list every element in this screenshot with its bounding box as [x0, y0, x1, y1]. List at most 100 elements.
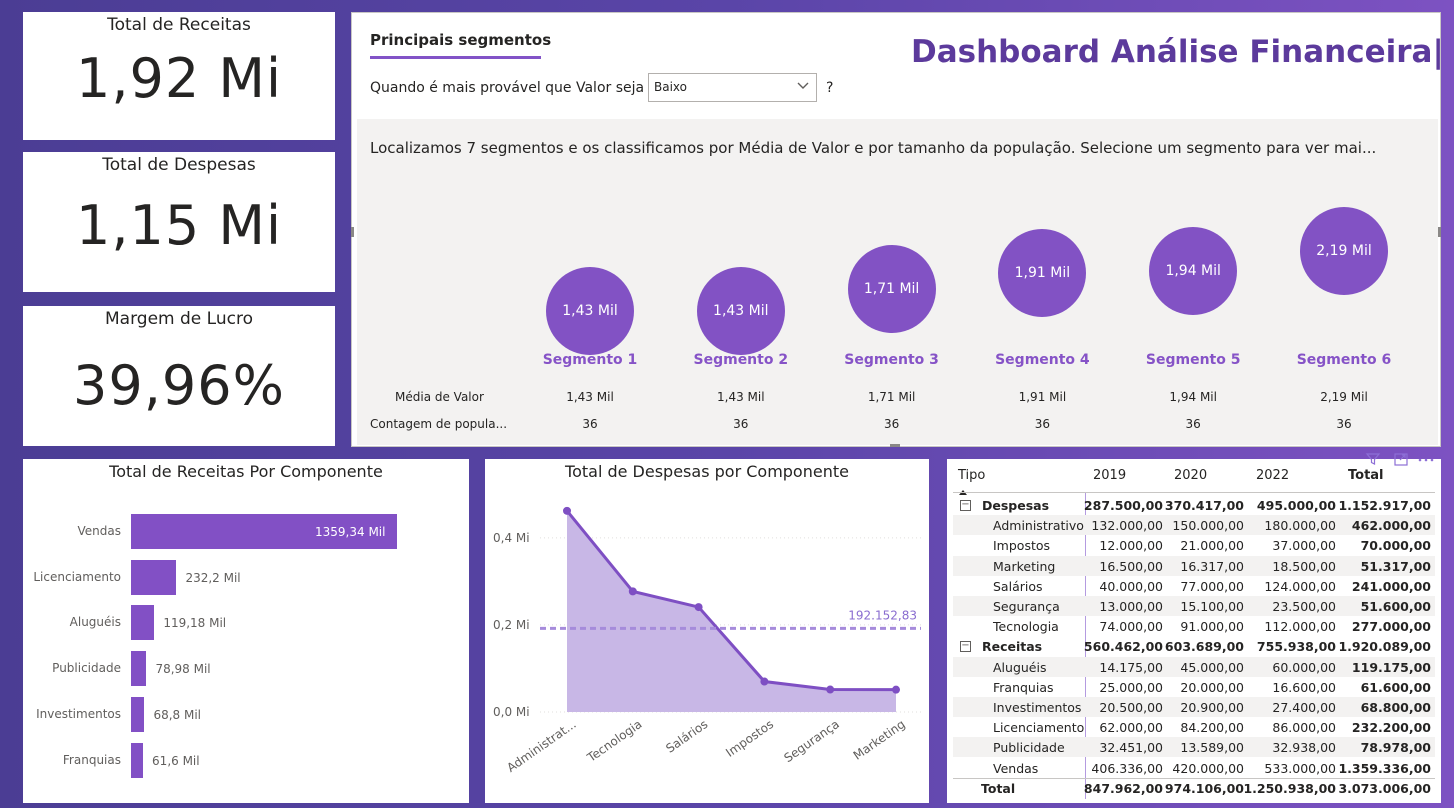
matrix-header-2020[interactable]: 2020	[1174, 468, 1207, 483]
table-row[interactable]: Franquias 25.000,00 20.000,00 16.600,00 61.6…	[953, 677, 1435, 697]
table-row[interactable]: Licenciamento 62.000,00 84.200,00 86.000,00…	[953, 717, 1435, 737]
segment-bubble[interactable]: 1,94 Mil	[1149, 226, 1238, 315]
table-row[interactable]: Marketing 16.500,00 16.317,00 18.500,00 51.3…	[953, 555, 1435, 576]
receitas-bar-chart[interactable]: Total de Receitas Por Componente Vendas 1…	[23, 459, 469, 803]
table-cell: 406.336,00	[1091, 760, 1163, 776]
x-tick-label: Impostos	[723, 717, 776, 760]
table-row[interactable]: Salários 40.000,00 77.000,00 124.000,00 241.…	[953, 576, 1435, 596]
table-cell: 180.000,00	[1264, 518, 1336, 534]
table-cell: 32.451,00	[1099, 740, 1163, 756]
segment-contagem: 36	[1185, 417, 1201, 431]
table-cell: 77.000,00	[1180, 578, 1244, 594]
segment-name[interactable]: Segmento 4	[982, 352, 1102, 368]
x-tick-label: Marketing	[851, 717, 908, 763]
kpi-value: 39,96%	[73, 354, 285, 417]
data-point[interactable]	[826, 685, 835, 694]
table-cell: 241.000,00	[1351, 578, 1431, 594]
bar[interactable]	[131, 696, 145, 732]
kpi-card-receitas[interactable]: Total de Receitas 1,92 Mi	[23, 12, 335, 140]
table-row[interactable]: Publicidade 32.451,00 13.589,00 32.938,00 78…	[953, 737, 1435, 758]
bar[interactable]	[131, 605, 155, 641]
collapse-toggle-icon[interactable]: −	[960, 500, 971, 511]
kpi-card-margem[interactable]: Margem de Lucro 39,96%	[23, 306, 335, 446]
row-label: Segurança	[993, 599, 1060, 614]
bar-data-label: 68,8 Mil	[153, 707, 202, 722]
data-point[interactable]	[628, 587, 637, 596]
value-dropdown[interactable]: Baixo	[648, 73, 817, 102]
segment-bubble[interactable]: 1,43 Mil	[696, 267, 785, 355]
segment-name[interactable]: Segmento 1	[530, 352, 650, 368]
bar[interactable]	[131, 559, 177, 595]
more-options-icon[interactable]	[1417, 451, 1435, 471]
focus-mode-icon[interactable]	[1393, 451, 1409, 471]
table-cell: 23.500,00	[1272, 599, 1336, 614]
table-row[interactable]: Aluguéis 14.175,00 45.000,00 60.000,00 119.1…	[953, 656, 1435, 677]
row-label: Marketing	[993, 558, 1056, 574]
data-point[interactable]	[892, 685, 900, 694]
table-cell: 560.462,00	[1083, 639, 1163, 655]
collapse-toggle-icon[interactable]: −	[960, 641, 971, 653]
kpi-card-despesas[interactable]: Total de Despesas 1,15 Mi	[23, 152, 335, 292]
y-tick-label: 0,4 Mi	[493, 531, 530, 545]
data-point[interactable]	[694, 603, 703, 612]
segment-bubble[interactable]: 2,19 Mil	[1300, 207, 1388, 295]
table-cell: 150.000,00	[1172, 518, 1244, 534]
table-cell: 74.000,00	[1099, 619, 1163, 635]
question-mark: ?	[826, 80, 834, 96]
x-tick-label: Salários	[663, 717, 710, 756]
segment-bubble[interactable]: 1,71 Mil	[847, 244, 936, 333]
table-cell: 495.000,00	[1256, 498, 1336, 513]
table-cell: 51.317,00	[1360, 558, 1431, 574]
despesas-area-chart[interactable]: Total de Despesas por Componente 0,0 Mi 0…	[485, 459, 929, 803]
segment-name[interactable]: Segmento 6	[1284, 352, 1404, 368]
table-cell: 16.317,00	[1180, 558, 1244, 574]
row-label: Franquias	[993, 679, 1054, 695]
table-row[interactable]: Tecnologia 74.000,00 91.000,00 112.000,00 27…	[953, 616, 1435, 636]
segment-name[interactable]: Segmento 5	[1133, 352, 1253, 368]
table-cell: 37.000,00	[1272, 538, 1336, 554]
finance-matrix[interactable]: Tipo 2019 2020 2022 Total − Despesas 287.5…	[947, 453, 1441, 803]
data-point[interactable]	[760, 677, 769, 686]
segment-name[interactable]: Segmento 3	[832, 352, 952, 368]
segment-bubble[interactable]: 1,91 Mil	[998, 229, 1087, 318]
segment-bubble[interactable]: 1,43 Mil	[546, 267, 634, 355]
row-label: Publicidade	[993, 740, 1065, 756]
row-label: Receitas	[982, 639, 1043, 655]
kpi-value: 1,15 Mi	[76, 194, 282, 257]
row-label: Salários	[993, 578, 1043, 594]
matrix-header-2022[interactable]: 2022	[1256, 468, 1289, 483]
table-cell: 84.200,00	[1180, 720, 1244, 736]
matrix-group-row[interactable]: − Despesas 287.500,00 370.417,00 495.000,00 1…	[953, 495, 1435, 515]
matrix-header-tipo[interactable]: Tipo	[958, 468, 985, 483]
data-point[interactable]	[563, 506, 571, 515]
table-cell: 124.000,00	[1264, 578, 1336, 594]
table-row[interactable]: Investimentos 20.500,00 20.900,00 27.400,00…	[953, 697, 1435, 717]
row-label: Despesas	[982, 498, 1050, 513]
bar-data-label: 61,6 Mil	[152, 753, 200, 768]
matrix-header-total[interactable]: Total	[1348, 468, 1384, 483]
matrix-header-divider	[953, 492, 1435, 493]
matrix-header-2019[interactable]: 2019	[1093, 468, 1126, 483]
chart-title: Total de Receitas Por Componente	[109, 462, 383, 481]
bar[interactable]	[131, 651, 147, 687]
resize-handle-right[interactable]	[1438, 227, 1441, 237]
matrix-group-row[interactable]: − Receitas 560.462,00 603.689,00 755.938,00 1…	[953, 636, 1435, 656]
segment-contagem: 36	[582, 417, 598, 431]
matrix-group-row[interactable]: Total 847.962,00 974.106,00 1.250.938,00 3.0…	[953, 777, 1435, 798]
table-cell: 119.175,00	[1351, 659, 1431, 675]
y-tick-label: 0,0 Mi	[493, 705, 530, 719]
table-row[interactable]: Administrativo 132.000,00 150.000,00 180.00…	[953, 515, 1435, 536]
table-row[interactable]: Impostos 12.000,00 21.000,00 37.000,00 70.00…	[953, 535, 1435, 555]
table-cell: 533.000,00	[1264, 760, 1336, 776]
table-row[interactable]: Vendas 406.336,00 420.000,00 533.000,00 1.35…	[953, 758, 1435, 778]
table-cell: 370.417,00	[1164, 498, 1244, 513]
segments-tab-underline	[370, 56, 541, 59]
resize-handle-bottom[interactable]	[890, 444, 900, 447]
resize-handle-left[interactable]	[351, 227, 354, 237]
table-cell: 1.359.336,00	[1338, 760, 1431, 776]
table-cell: 13.589,00	[1180, 740, 1244, 756]
table-row[interactable]: Segurança 13.000,00 15.100,00 23.500,00 51.6…	[953, 596, 1435, 616]
segment-name[interactable]: Segmento 2	[681, 352, 801, 368]
table-cell: 20.000,00	[1180, 679, 1244, 695]
bar[interactable]	[131, 742, 144, 778]
